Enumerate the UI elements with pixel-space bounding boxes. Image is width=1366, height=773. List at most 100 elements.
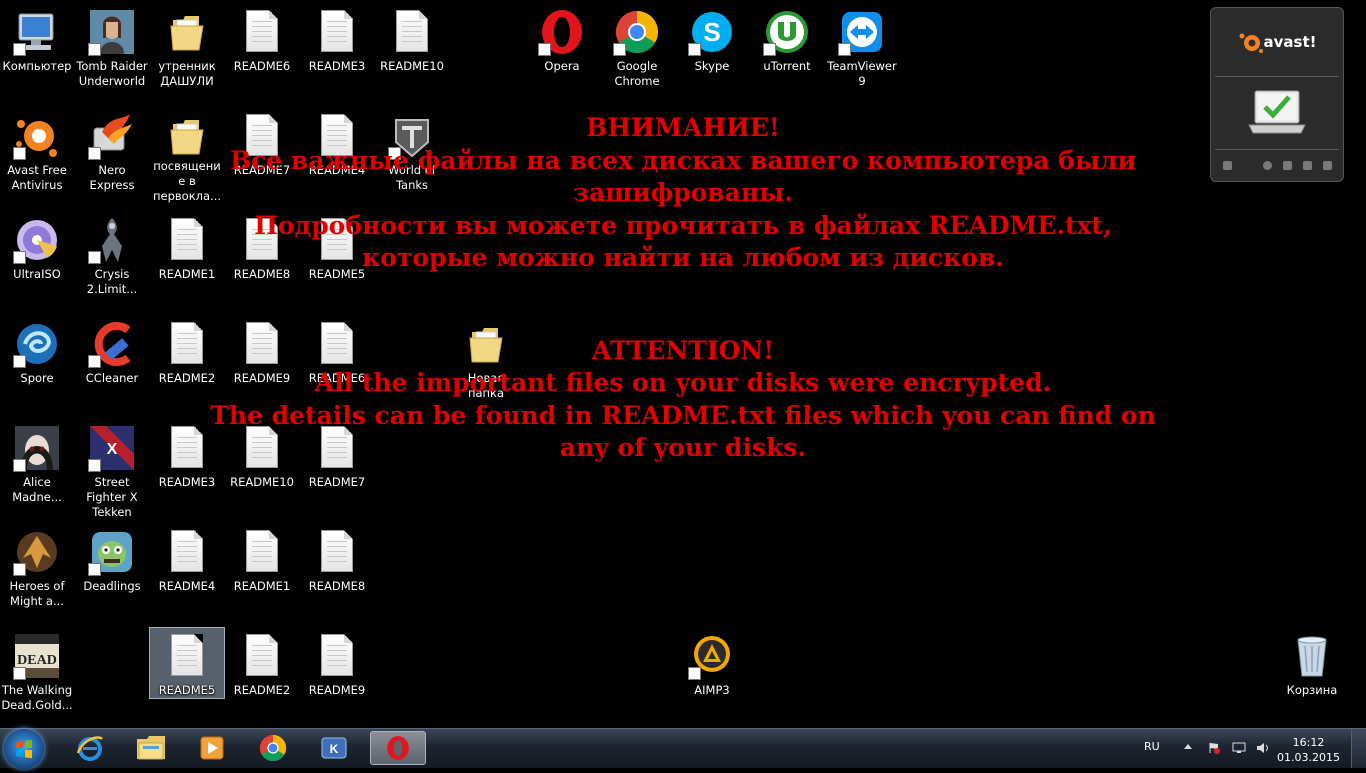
icon-label: Opera: [544, 59, 580, 73]
icon-label: Nero Express: [89, 163, 135, 192]
desktop[interactable]: Компьютер Avast Free Antivirus UltraISO …: [0, 0, 1366, 728]
skype-shortcut[interactable]: S Skype: [675, 4, 749, 100]
heroes-shortcut[interactable]: Heroes of Might a...: [0, 524, 74, 620]
icon-label: README7: [308, 475, 366, 489]
avast-gadget[interactable]: avast!: [1210, 7, 1344, 182]
taskbar-media-player[interactable]: [184, 731, 240, 765]
teamviewer-icon: [838, 8, 886, 56]
twitter-icon[interactable]: [1282, 160, 1292, 170]
clock[interactable]: 16:12 01.03.2015: [1277, 735, 1340, 765]
google-chrome-shortcut[interactable]: Google Chrome: [600, 4, 674, 100]
icon-label: утренник ДАШУЛИ: [158, 59, 216, 88]
avast-free-antivirus-shortcut[interactable]: Avast Free Antivirus: [0, 108, 74, 204]
text-file-icon: [163, 528, 211, 576]
icon-label: UltraISO: [13, 267, 61, 281]
icon-label: Heroes of Might a...: [9, 579, 65, 608]
internet-explorer-icon: [76, 736, 103, 761]
recycle-bin[interactable]: Корзина: [1275, 628, 1349, 724]
icon-label: README2: [233, 683, 291, 697]
icon-label: CCleaner: [85, 371, 139, 385]
taskbar-explorer[interactable]: [123, 731, 179, 765]
system-tray: RU 16:12 01.03.2015: [1136, 729, 1366, 769]
teamviewer-shortcut[interactable]: TeamViewer 9: [825, 4, 899, 100]
ransom-line-ru-4: которые можно найти на любом из дисков.: [362, 243, 1004, 272]
taskbar: K RU 16:12 01.03.2015: [0, 728, 1366, 769]
icon-label: Компьютер: [2, 59, 72, 73]
svg-text:S: S: [703, 17, 720, 47]
volume-icon[interactable]: [1256, 742, 1268, 754]
ultraiso-shortcut[interactable]: UltraISO: [0, 212, 74, 308]
readme5-file-selected[interactable]: README5: [149, 627, 225, 699]
readme10-file[interactable]: README10: [375, 4, 449, 100]
alice-madness-shortcut[interactable]: Alice Madne...: [0, 420, 74, 516]
icon-label: README9: [308, 683, 366, 697]
icon-label: README3: [158, 475, 216, 489]
readme3-file[interactable]: README3: [300, 4, 374, 100]
readme1-file[interactable]: README1: [225, 524, 299, 620]
show-desktop-button[interactable]: [1351, 729, 1366, 768]
crysis-shortcut[interactable]: Crysis 2.Limit...: [75, 212, 149, 308]
text-file-icon: [238, 528, 286, 576]
action-center-flag-icon[interactable]: [1208, 742, 1220, 754]
walking-dead-shortcut[interactable]: DEAD The Walking Dead.Gold...: [0, 628, 74, 724]
ccleaner-shortcut[interactable]: CCleaner: [75, 316, 149, 412]
street-fighter-x-tekken-shortcut[interactable]: X Street Fighter X Tekken: [75, 420, 149, 519]
ransom-spacer: [180, 275, 1186, 335]
ccleaner-icon: [88, 320, 136, 368]
computer-icon-art: [13, 8, 61, 56]
ransom-title-en: ATTENTION!: [591, 335, 775, 365]
readme4-file[interactable]: README4: [150, 524, 224, 620]
crysis-icon: [88, 216, 136, 264]
icon-label: Корзина: [1286, 683, 1338, 697]
taskbar-opera-active[interactable]: [370, 731, 426, 765]
avast-icon: [13, 112, 61, 160]
disc-icon: [13, 216, 61, 264]
svg-text:X: X: [107, 441, 118, 458]
taskbar-kmplayer[interactable]: K: [306, 731, 362, 765]
folder-icon: [137, 736, 165, 760]
skype-icon: S: [688, 8, 736, 56]
readme6-file[interactable]: README6: [225, 4, 299, 100]
show-hidden-icons-arrow[interactable]: [1184, 744, 1192, 749]
svg-text:K: K: [330, 742, 339, 756]
facebook-icon[interactable]: [1302, 160, 1312, 170]
readme9-file[interactable]: README9: [300, 628, 374, 724]
computer-icon[interactable]: Компьютер: [0, 4, 74, 100]
tomb-raider-shortcut[interactable]: Tomb Raider Underworld: [75, 4, 149, 100]
avast-status[interactable]: [1211, 77, 1343, 149]
globe-icon[interactable]: [1262, 160, 1272, 170]
opera-shortcut[interactable]: Opera: [525, 4, 599, 100]
opera-icon: [538, 8, 586, 56]
spore-shortcut[interactable]: Spore: [0, 316, 74, 412]
readme8-file[interactable]: README8: [300, 524, 374, 620]
network-icon[interactable]: [1232, 742, 1246, 754]
heroes-icon: [13, 528, 61, 576]
folder-utrennik[interactable]: утренник ДАШУЛИ: [150, 4, 224, 100]
icon-label: README3: [308, 59, 366, 73]
readme2-file[interactable]: README2: [225, 628, 299, 724]
icon-label: uTorrent: [763, 59, 811, 73]
deadlings-shortcut[interactable]: Deadlings: [75, 524, 149, 620]
text-file-icon: [163, 632, 211, 680]
rss-icon[interactable]: [1322, 160, 1332, 170]
avast-logo: avast!: [1211, 8, 1343, 76]
text-file-icon: [313, 632, 361, 680]
deadlings-icon: [88, 528, 136, 576]
aimp3-shortcut[interactable]: AIMP3: [675, 628, 749, 724]
icon-label: README4: [158, 579, 216, 593]
taskbar-chrome[interactable]: [245, 731, 301, 765]
spore-icon: [13, 320, 61, 368]
window-icon[interactable]: [1222, 160, 1232, 170]
language-indicator[interactable]: RU: [1144, 740, 1160, 753]
start-button[interactable]: [4, 729, 44, 769]
nero-icon: [88, 112, 136, 160]
nero-express-shortcut[interactable]: Nero Express: [75, 108, 149, 204]
icon-label: README8: [308, 579, 366, 593]
taskbar-internet-explorer[interactable]: [62, 731, 118, 765]
ransom-line-ru-2: зашифрованы.: [573, 178, 793, 207]
icon-label: Google Chrome: [614, 59, 660, 88]
utorrent-shortcut[interactable]: uTorrent: [750, 4, 824, 100]
ransom-title-ru: ВНИМАНИЕ!: [586, 113, 780, 142]
opera-icon: [387, 736, 409, 760]
icon-label: Skype: [694, 59, 730, 73]
